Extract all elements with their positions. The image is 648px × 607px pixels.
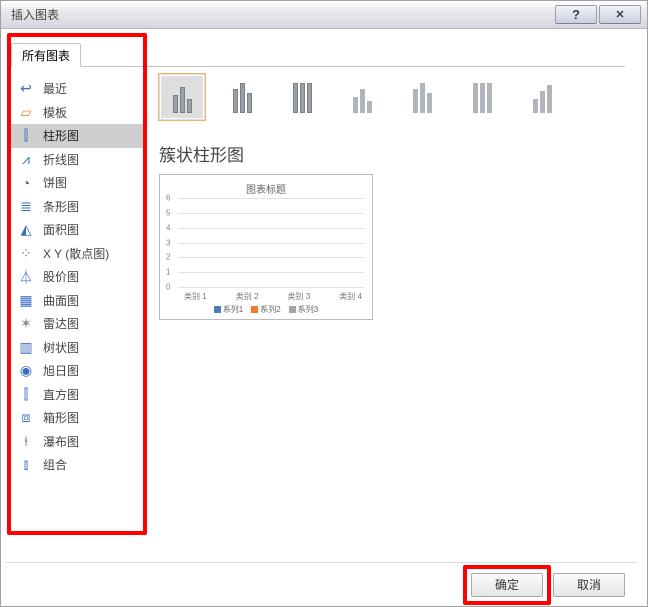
right-panel: 簇状柱形图 图表标题 0123456 类别 1 类别 2 类别 3 类别 4 系列1 … — [145, 39, 637, 562]
chart-type-histogram[interactable]: ⫿ 直方图 — [11, 383, 145, 407]
chart-type-surface[interactable]: ▦ 曲面图 — [11, 289, 145, 313]
sunburst-icon: ◉ — [17, 362, 35, 379]
cancel-button[interactable]: 取消 — [553, 573, 625, 597]
x-label: 类别 1 — [184, 291, 207, 302]
preview-legend: 系列1 系列2 系列3 — [164, 304, 368, 315]
x-label: 类别 4 — [339, 291, 362, 302]
template-icon: ▱ — [17, 104, 35, 121]
dialog-footer: 确定 取消 — [5, 562, 637, 606]
x-label: 类别 3 — [288, 291, 311, 302]
subtype-3d-stacked-column[interactable] — [399, 74, 445, 120]
chart-type-radar[interactable]: ✶ 雷达图 — [11, 312, 145, 336]
chart-type-sunburst[interactable]: ◉ 旭日图 — [11, 359, 145, 383]
radar-icon: ✶ — [17, 315, 35, 332]
chart-type-pie[interactable]: ◔ 饼图 — [11, 171, 145, 195]
chart-type-label: 曲面图 — [43, 292, 79, 309]
ok-label: 确定 — [495, 576, 519, 593]
ok-button[interactable]: 确定 — [471, 573, 543, 597]
chart-type-label: 饼图 — [43, 174, 67, 191]
waterfall-icon: ⫮ — [17, 433, 35, 450]
surface-icon: ▦ — [17, 292, 35, 309]
chart-type-box[interactable]: ⧈ 箱形图 — [11, 406, 145, 430]
chart-type-label: 旭日图 — [43, 362, 79, 379]
sidebar: 所有图表 ↩ 最近 ▱ 模板 ⫿ 柱形图 ⩘ 折线图 ◔ 饼图 ≣ 条形图 ◭ 面积图 ⁘ X Y (散点图)… — [5, 39, 145, 562]
chart-type-recent[interactable]: ↩ 最近 — [11, 77, 145, 101]
chart-type-line[interactable]: ⩘ 折线图 — [11, 148, 145, 172]
chart-preview[interactable]: 图表标题 0123456 类别 1 类别 2 类别 3 类别 4 系列1 系列2 系列… — [159, 174, 373, 320]
chart-type-treemap[interactable]: ▥ 树状图 — [11, 336, 145, 360]
close-button[interactable] — [599, 5, 641, 24]
chart-type-bar[interactable]: ≣ 条形图 — [11, 195, 145, 219]
dialog-window: 插入图表 所有图表 ↩ 最近 ▱ 模板 ⫿ 柱形图 ⩘ 折线图 ◔ 饼图 ≣ 条形图 ◭ 面积图 ⁘ X Y … — [0, 0, 648, 607]
help-button[interactable] — [555, 5, 597, 24]
titlebar: 插入图表 — [1, 1, 647, 29]
xy-icon: ⁘ — [17, 245, 35, 262]
chart-type-label: 直方图 — [43, 386, 79, 403]
chart-type-label: 柱形图 — [43, 127, 79, 144]
subtype-100pct-stacked-column[interactable] — [279, 74, 325, 120]
recent-icon: ↩ — [17, 80, 35, 97]
pie-icon: ◔ — [17, 175, 35, 191]
window-title: 插入图表 — [11, 6, 555, 23]
x-label: 类别 2 — [236, 291, 259, 302]
treemap-icon: ▥ — [17, 339, 35, 356]
bar-icon: ≣ — [17, 198, 35, 215]
column-icon: ⫿ — [17, 127, 35, 144]
selected-subtype-title: 簇状柱形图 — [159, 141, 627, 166]
subtype-stacked-column[interactable] — [219, 74, 265, 120]
chart-type-label: 树状图 — [43, 339, 79, 356]
subtype-row — [159, 69, 627, 125]
chart-type-label: 组合 — [43, 456, 67, 473]
box-icon: ⧈ — [17, 409, 35, 426]
chart-type-label: 最近 — [43, 80, 67, 97]
preview-xlabels: 类别 1 类别 2 类别 3 类别 4 — [184, 291, 362, 302]
chart-type-combo[interactable]: ⫾ 组合 — [11, 453, 145, 477]
legend-series3: 系列3 — [289, 304, 318, 315]
subtype-3d-clustered-column[interactable] — [339, 74, 385, 120]
chart-type-list: ↩ 最近 ▱ 模板 ⫿ 柱形图 ⩘ 折线图 ◔ 饼图 ≣ 条形图 ◭ 面积图 ⁘ X Y (散点图) ⏃ 股价图 ▦… — [11, 77, 145, 477]
subtype-3d-100pct-stacked-column[interactable] — [459, 74, 505, 120]
cancel-label: 取消 — [577, 576, 601, 593]
chart-type-label: 折线图 — [43, 151, 79, 168]
chart-type-label: 瀑布图 — [43, 433, 79, 450]
chart-type-waterfall[interactable]: ⫮ 瀑布图 — [11, 430, 145, 454]
combo-icon: ⫾ — [17, 456, 35, 473]
chart-type-label: 条形图 — [43, 198, 79, 215]
chart-type-label: X Y (散点图) — [43, 245, 109, 262]
chart-type-column[interactable]: ⫿ 柱形图 — [11, 124, 145, 148]
area-icon: ◭ — [17, 221, 35, 238]
tab-all-charts[interactable]: 所有图表 — [11, 43, 81, 67]
chart-type-area[interactable]: ◭ 面积图 — [11, 218, 145, 242]
line-icon: ⩘ — [17, 151, 35, 168]
stock-icon: ⏃ — [17, 267, 35, 287]
chart-type-label: 股价图 — [43, 268, 79, 285]
chart-type-label: 模板 — [43, 104, 67, 121]
chart-type-stock[interactable]: ⏃ 股价图 — [11, 265, 145, 289]
subtype-3d-column[interactable] — [519, 74, 565, 120]
chart-type-label: 箱形图 — [43, 409, 79, 426]
tab-label: 所有图表 — [22, 49, 70, 63]
histogram-icon: ⫿ — [17, 386, 35, 403]
legend-series1: 系列1 — [214, 304, 243, 315]
chart-type-label: 面积图 — [43, 221, 79, 238]
subtype-clustered-column[interactable] — [159, 74, 205, 120]
chart-type-xy[interactable]: ⁘ X Y (散点图) — [11, 242, 145, 266]
preview-title: 图表标题 — [164, 181, 368, 196]
legend-series2: 系列2 — [251, 304, 280, 315]
preview-plot: 0123456 — [178, 198, 364, 287]
chart-type-label: 雷达图 — [43, 315, 79, 332]
chart-type-template[interactable]: ▱ 模板 — [11, 101, 145, 125]
